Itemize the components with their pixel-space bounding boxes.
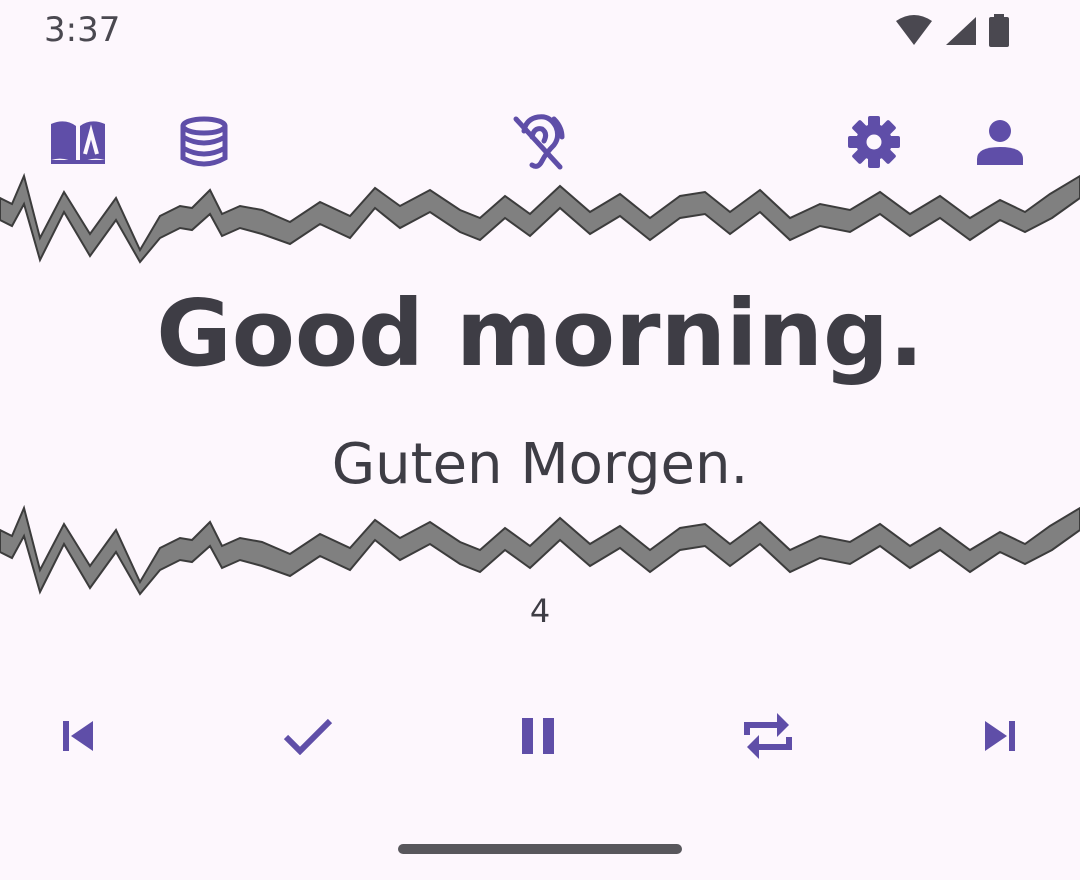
previous-button[interactable] <box>40 700 116 776</box>
phrase-text: Good morning. <box>156 280 924 387</box>
database-icon <box>178 116 230 173</box>
person-icon <box>975 119 1025 170</box>
status-icons <box>894 14 1010 53</box>
cellular-signal-icon <box>944 15 978 52</box>
audio-waveform-top <box>0 172 1080 264</box>
next-button[interactable] <box>962 700 1038 776</box>
wifi-icon <box>894 15 934 52</box>
skip-previous-icon <box>59 717 97 760</box>
repeat-counter: 4 <box>529 592 551 630</box>
translation-text: Guten Morgen. <box>331 432 749 497</box>
audio-waveform-bottom <box>0 504 1080 596</box>
status-bar: 3:37 <box>0 0 1080 64</box>
status-time: 3:37 <box>44 10 121 50</box>
pause-icon <box>520 716 556 761</box>
hearing-disabled-icon <box>510 113 566 176</box>
check-icon <box>283 717 333 760</box>
battery-icon <box>988 14 1010 53</box>
open-book-icon <box>47 116 109 173</box>
mark-known-button[interactable] <box>270 700 346 776</box>
skip-next-icon <box>981 717 1019 760</box>
repeat-button[interactable] <box>730 700 806 776</box>
home-gesture-bar[interactable] <box>398 844 682 854</box>
pause-button[interactable] <box>500 700 576 776</box>
repeat-icon <box>743 709 793 768</box>
settings-gear-icon <box>847 115 901 174</box>
